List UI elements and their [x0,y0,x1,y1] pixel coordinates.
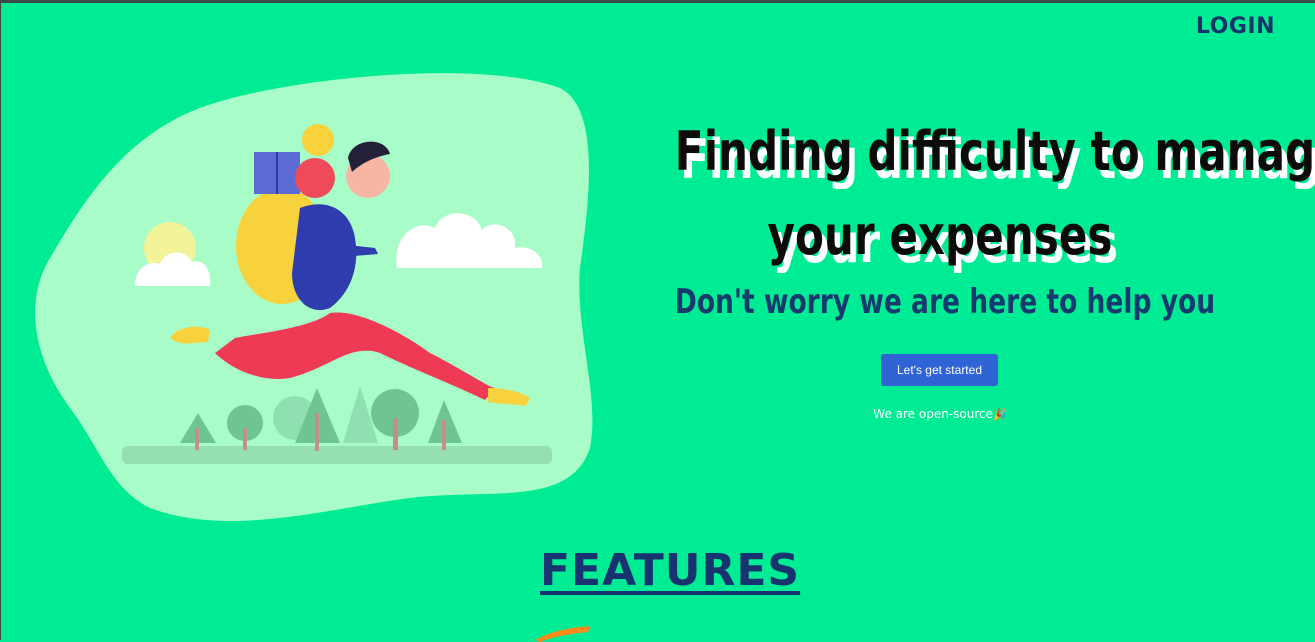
hero-subheadline: Don't worry we are here to help you [674,282,1216,322]
window-top-border [0,0,1315,3]
features-heading[interactable]: FEATURES [540,545,799,596]
open-source-note: We are open-source🎉 [850,407,1030,421]
hero-illustration [35,73,593,521]
open-source-text: We are open-source [873,407,993,421]
hero-headline-line2: your expenses [767,204,1113,267]
party-popper-icon: 🎉 [993,408,1007,421]
hero-text: Finding difficulty to manage your expens… [600,110,1315,322]
window-left-border [0,0,1,640]
ground [122,446,552,464]
decorative-swoosh [535,626,590,642]
hero-headline-line1: Finding difficulty to manage [674,120,1315,183]
login-link[interactable]: LOGIN [1196,14,1275,39]
get-started-button[interactable]: Let's get started [881,354,998,386]
